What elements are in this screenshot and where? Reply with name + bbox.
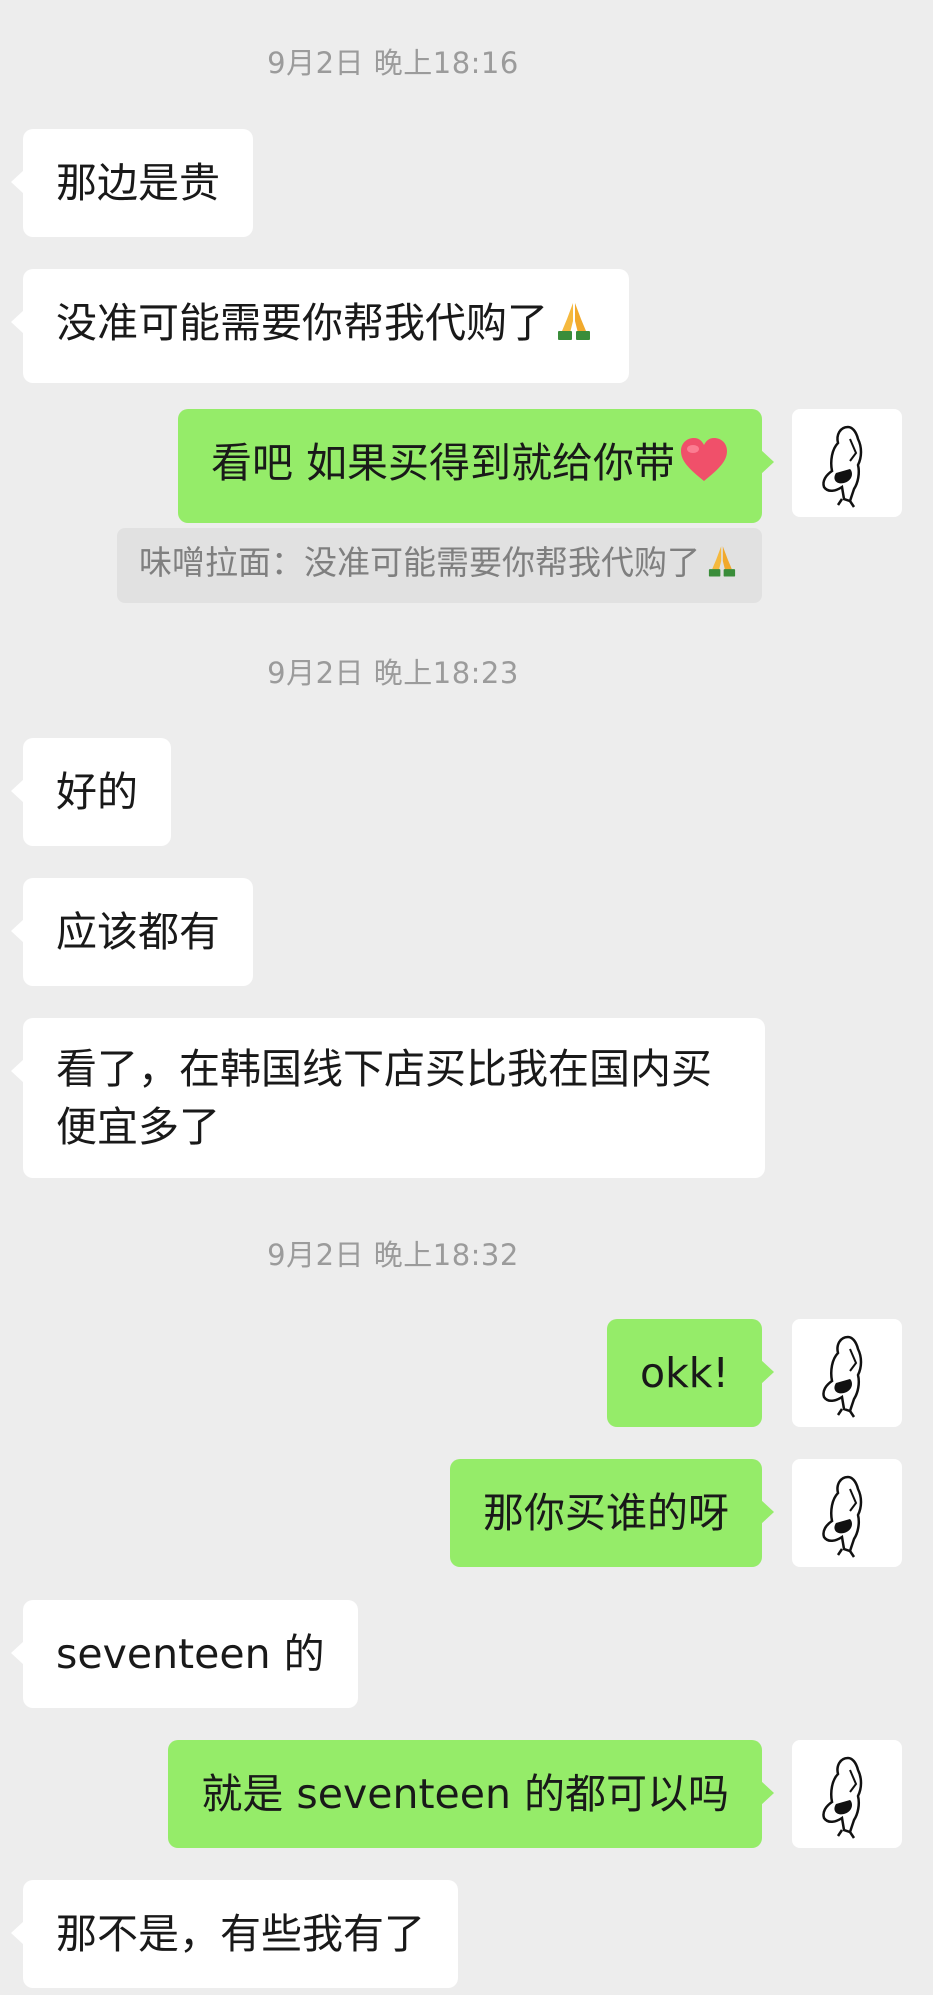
incoming-message[interactable]: 看了，在韩国线下店买比我在国内买便宜多了 (11, 1018, 765, 1178)
chat-area[interactable]: 9月2日 晚上18:16 那边是贵 没准可能需要你帮我代购了 看吧 如果买得到就… (0, 0, 933, 1995)
message-text: 那不是，有些我有了 (56, 1910, 425, 1958)
incoming-message[interactable]: seventeen 的 (11, 1600, 358, 1708)
message-text: 应该都有 (56, 908, 220, 956)
outgoing-message[interactable]: 看吧 如果买得到就给你带 (177, 409, 775, 523)
outgoing-message[interactable]: 就是 seventeen 的都可以吗 (168, 1740, 774, 1848)
message-text: 看了，在韩国线下店买比我在国内买便宜多了 (56, 1045, 712, 1151)
incoming-message[interactable]: 好的 (11, 738, 171, 846)
folded-hands-emoji-icon (552, 299, 596, 357)
outgoing-message[interactable]: 那你买谁的呀 (450, 1459, 774, 1567)
outgoing-message[interactable]: okk! (606, 1319, 775, 1427)
sketch-figure-avatar-icon (822, 1475, 863, 1558)
quote-text: 味噌拉面：没准可能需要你帮我代购了 (139, 543, 700, 582)
user-avatar[interactable] (792, 1459, 902, 1567)
message-text: seventeen 的 (56, 1630, 325, 1678)
sketch-figure-avatar-icon (822, 1756, 863, 1839)
folded-hands-emoji-icon (704, 533, 740, 603)
message-text: okk! (639, 1349, 729, 1397)
message-text: 那边是贵 (56, 159, 220, 207)
incoming-message[interactable]: 应该都有 (11, 878, 253, 986)
sketch-figure-avatar-icon (822, 1335, 863, 1418)
incoming-message[interactable]: 那边是贵 (11, 129, 253, 237)
message-text: 好的 (56, 768, 138, 816)
incoming-message[interactable]: 没准可能需要你帮我代购了 (11, 269, 629, 383)
message-text: 那你买谁的呀 (483, 1489, 729, 1537)
message-text: 看吧 如果买得到就给你带 (210, 439, 675, 487)
timestamp: 9月2日 晚上18:23 (267, 656, 519, 690)
user-avatar[interactable] (792, 1319, 902, 1427)
message-text: 就是 seventeen 的都可以吗 (201, 1770, 729, 1818)
red-heart-emoji-icon (679, 437, 729, 497)
incoming-message[interactable]: 那不是，有些我有了 (11, 1880, 458, 1988)
sketch-figure-avatar-icon (822, 425, 863, 508)
timestamp: 9月2日 晚上18:32 (267, 1238, 519, 1272)
message-text: 没准可能需要你帮我代购了 (56, 299, 548, 347)
user-avatar[interactable] (792, 1740, 902, 1848)
quoted-message[interactable]: 味噌拉面：没准可能需要你帮我代购了 (117, 528, 762, 603)
user-avatar[interactable] (792, 409, 902, 517)
timestamp: 9月2日 晚上18:16 (267, 46, 519, 80)
